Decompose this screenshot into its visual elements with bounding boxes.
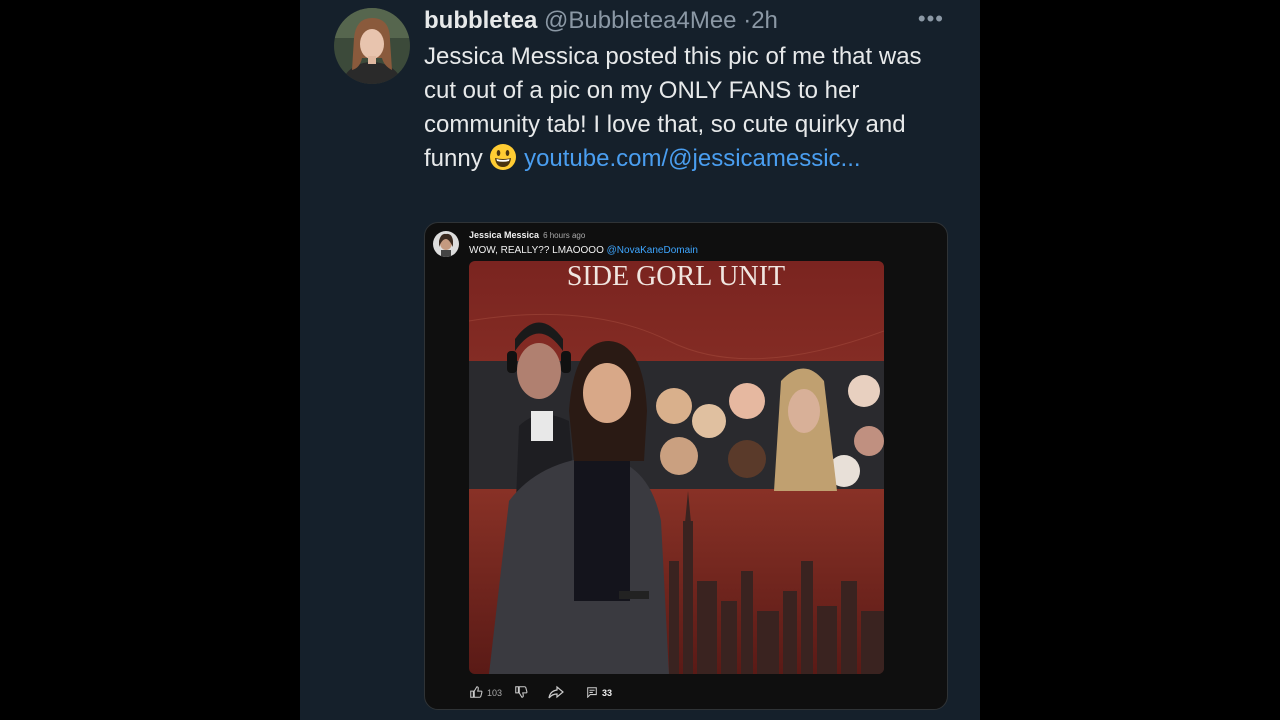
thumbs-up-icon[interactable] [469, 685, 483, 701]
post-mention[interactable]: @NovaKaneDomain [607, 245, 698, 256]
like-count: 103 [487, 688, 503, 698]
post-author-name[interactable]: Jessica Messica [469, 230, 539, 240]
header-separator: · [743, 7, 752, 34]
comments-button[interactable]: 33 [586, 686, 612, 700]
embedded-screenshot-card[interactable]: Jessica Messica 6 hours ago WOW, REALLY??… [424, 222, 948, 710]
grinning-face-emoji [489, 143, 517, 171]
poster-title: SIDE GORL UNIT [567, 261, 785, 292]
post-actions: 103 33 [469, 685, 612, 701]
post-time: 6 hours ago [543, 231, 586, 240]
post-text-body: WOW, REALLY?? LMAOOOO [469, 245, 607, 256]
user-handle[interactable]: @Bubbletea4Mee [544, 7, 737, 34]
tweet-link[interactable]: youtube.com/@jessicamessic... [524, 145, 860, 172]
tweet-header: bubbletea @Bubbletea4Mee ·2h [424, 4, 954, 38]
tweet-time[interactable]: 2h [751, 7, 778, 34]
post-author-avatar[interactable] [433, 231, 459, 257]
user-avatar[interactable] [334, 8, 410, 84]
display-name[interactable]: bubbletea [424, 7, 537, 34]
post-text: WOW, REALLY?? LMAOOOO @NovaKaneDomain [469, 245, 698, 256]
thumbs-down-icon[interactable] [514, 685, 528, 701]
comment-count: 33 [602, 688, 613, 698]
tweet-panel: bubbletea @Bubbletea4Mee ·2h ••• Jessica… [300, 0, 980, 720]
post-author[interactable]: Jessica Messica 6 hours ago [469, 230, 585, 240]
poster-image[interactable]: SIDE GORL UNIT [469, 261, 884, 674]
tweet-text: Jessica Messica posted this pic of me th… [424, 40, 944, 176]
share-icon[interactable] [548, 685, 564, 701]
more-options-icon[interactable]: ••• [918, 6, 944, 32]
like-button[interactable]: 103 [469, 685, 502, 701]
comment-icon[interactable] [586, 686, 598, 700]
